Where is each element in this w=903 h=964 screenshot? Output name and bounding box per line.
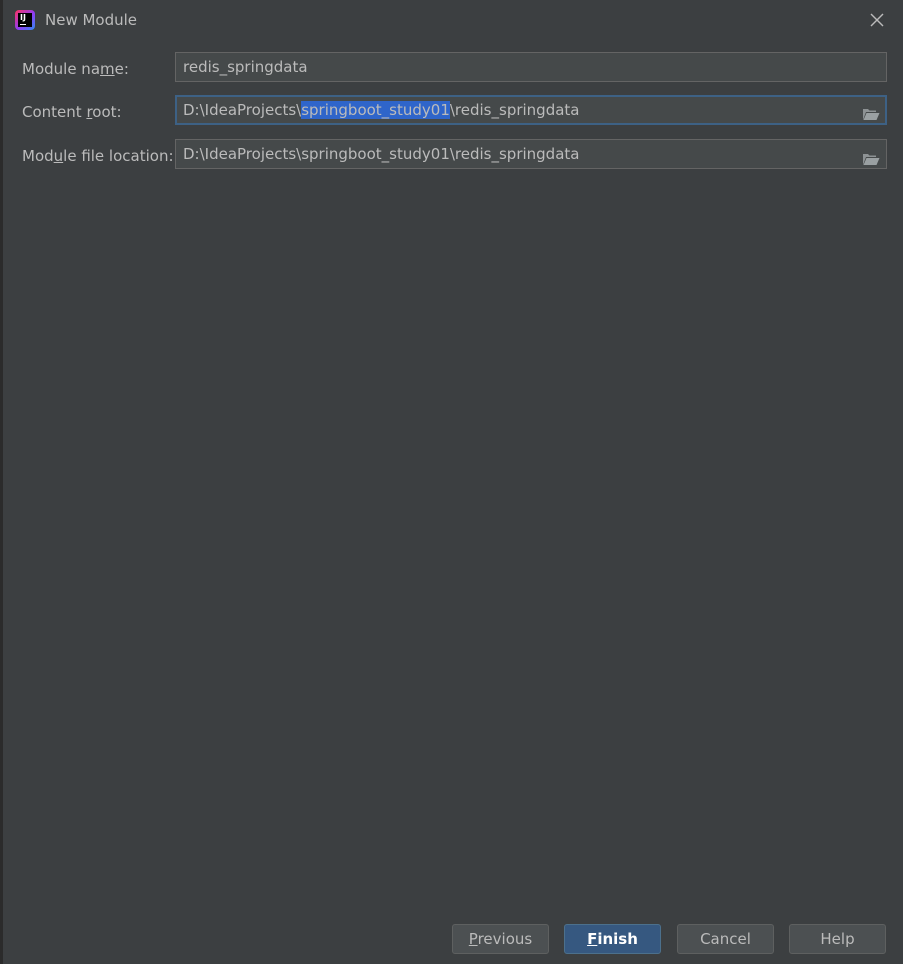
module-file-location-value: D:\IdeaProjects\springboot_study01\redis… [183,145,580,163]
title-bar: IJ New Module [3,0,903,42]
intellij-idea-icon: IJ [15,10,35,30]
content-root-input[interactable]: D:\IdeaProjects\springboot_study01\redis… [175,95,887,125]
new-module-dialog: IJ New Module Module name: redis_springd… [0,0,903,964]
cancel-button[interactable]: Cancel [677,924,774,954]
help-button[interactable]: Help [789,924,886,954]
close-icon[interactable] [868,11,886,29]
content-root-label: Content root: [22,103,122,121]
dialog-title: New Module [45,11,138,29]
content-root-value-prefix: D:\IdeaProjects\ [183,101,302,119]
module-name-input[interactable]: redis_springdata [175,52,887,82]
folder-open-icon[interactable] [862,103,880,120]
module-file-location-label: Module file location: [22,147,174,165]
module-name-label: Module name: [22,60,129,78]
folder-open-icon[interactable] [862,147,880,165]
finish-button[interactable]: Finish [564,924,661,954]
previous-button[interactable]: Previous [452,924,549,954]
app-icon-text: IJ [20,13,26,22]
module-file-location-input[interactable]: D:\IdeaProjects\springboot_study01\redis… [175,139,887,169]
content-root-value-suffix: \redis_springdata [449,101,580,119]
module-name-value: redis_springdata [183,58,308,76]
content-root-selected-text: springboot_study01 [301,101,450,119]
